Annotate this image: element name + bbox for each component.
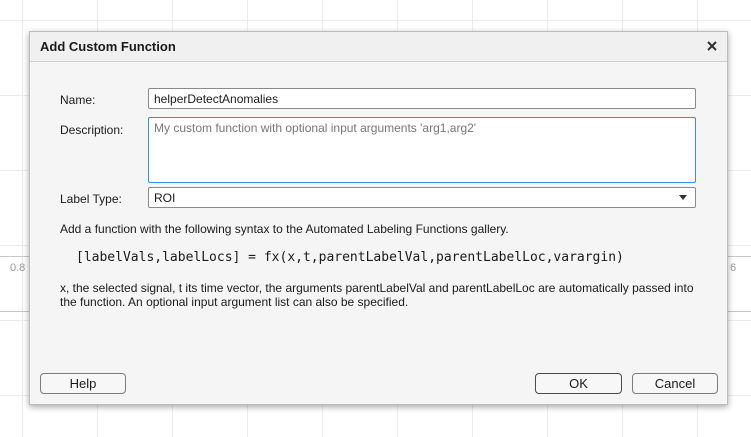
background-tick-label-right: 6 — [730, 262, 737, 274]
name-input[interactable] — [148, 88, 696, 109]
label-type-value: ROI — [154, 190, 176, 205]
description-input[interactable] — [148, 117, 696, 183]
chevron-down-icon — [679, 195, 687, 200]
ok-button[interactable]: OK — [535, 373, 622, 394]
name-label: Name: — [60, 93, 96, 107]
add-custom-function-dialog: Add Custom Function Name: Description: L… — [29, 31, 728, 405]
label-type-label: Label Type: — [60, 192, 122, 206]
dialog-title: Add Custom Function — [40, 39, 176, 54]
close-icon — [707, 41, 717, 51]
dialog-titlebar: Add Custom Function — [30, 32, 727, 62]
background-tick-label-left: 0.8 — [10, 262, 26, 274]
function-syntax: [labelVals,labelLocs] = fx(x,t,parentLab… — [76, 250, 624, 265]
arguments-note: x, the selected signal, t its time vecto… — [60, 281, 694, 309]
instruction-text: Add a function with the following syntax… — [60, 222, 509, 236]
cancel-button[interactable]: Cancel — [632, 373, 718, 394]
description-label: Description: — [60, 123, 124, 137]
close-button[interactable] — [703, 37, 721, 55]
label-type-dropdown[interactable]: ROI — [148, 187, 696, 208]
help-button[interactable]: Help — [40, 373, 126, 394]
